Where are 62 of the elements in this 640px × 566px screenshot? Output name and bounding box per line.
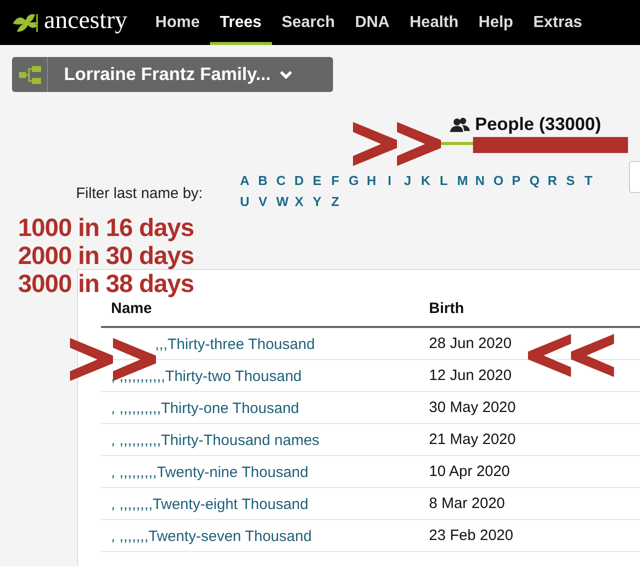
person-link[interactable]: ,,,Thirty-three Thousand [111, 336, 315, 353]
tab-underline [440, 142, 474, 145]
letter-link[interactable]: L [439, 173, 449, 188]
nav-tab[interactable]: Extras [523, 0, 592, 45]
filter-label: Filter last name by: [76, 185, 204, 202]
letter-link[interactable]: U [240, 194, 250, 209]
person-link[interactable]: , ,,,,,,,Twenty-seven Thousand [111, 528, 312, 545]
annotation-text: 3000 in 38 days [18, 270, 194, 298]
letter-link[interactable]: V [258, 194, 268, 209]
tree-selector-button[interactable]: Lorraine Frantz Family... [12, 57, 333, 92]
tree-icon [18, 66, 40, 84]
column-header: Name [110, 300, 153, 316]
letter-link[interactable]: B [258, 173, 268, 188]
letter-link[interactable]: X [294, 194, 304, 209]
birth-date: 28 Jun 2020 [429, 335, 512, 352]
birth-date: 8 Mar 2020 [429, 495, 505, 512]
chevron-down-icon [278, 70, 293, 80]
letter-link[interactable]: E [312, 173, 322, 188]
letter-link[interactable]: O [493, 173, 503, 188]
letter-link[interactable]: R [548, 173, 558, 188]
double-chevron-icon [353, 122, 441, 166]
letter-link[interactable]: A [240, 173, 250, 188]
person-link[interactable]: , ,,,,,,,,,,Thirty-Thousand names [111, 432, 320, 449]
letter-link[interactable]: P [511, 173, 521, 188]
nav-tab[interactable]: Health [400, 0, 469, 45]
birth-date: 23 Feb 2020 [429, 527, 514, 544]
double-chevron-icon [528, 333, 614, 378]
letter-link[interactable]: M [457, 173, 467, 188]
birth-date: 21 May 2020 [429, 431, 516, 448]
letter-link[interactable]: F [330, 173, 340, 188]
annotation-text: 2000 in 30 days [18, 242, 194, 270]
column-header: Birth [429, 300, 464, 316]
people-tab[interactable]: People (33000) [475, 114, 602, 135]
letter-link[interactable]: G [348, 173, 358, 188]
logo-text[interactable]: ancestry [44, 6, 128, 34]
letter-link[interactable]: Z [330, 194, 340, 209]
nav-tab[interactable]: Trees [210, 0, 272, 45]
letter-link[interactable]: J [402, 173, 412, 188]
people-icon [450, 116, 470, 132]
letter-link[interactable]: D [294, 173, 304, 188]
letter-link[interactable]: Q [530, 173, 539, 188]
letter-link[interactable]: C [276, 173, 286, 188]
letter-link[interactable]: H [366, 173, 376, 188]
letter-link[interactable]: N [475, 173, 485, 188]
letter-link[interactable]: S [566, 173, 576, 188]
nav-tab[interactable]: DNA [344, 0, 400, 45]
birth-date: 10 Apr 2020 [429, 463, 510, 480]
letter-link[interactable]: K [420, 173, 430, 188]
letter-link[interactable]: I [384, 173, 394, 188]
nav-tab[interactable]: Home [145, 0, 210, 45]
person-link[interactable]: , ,,,,,,,,,,Thirty-one Thousand [111, 400, 300, 417]
person-link[interactable]: , ,,,,,,,,,Twenty-nine Thousand [111, 464, 308, 481]
birth-date: 30 May 2020 [429, 399, 516, 416]
nav-tab[interactable]: Search [272, 0, 345, 45]
birth-date: 12 Jun 2020 [429, 367, 512, 384]
annotation-text: 1000 in 16 days [18, 214, 194, 242]
nav-tab[interactable]: Help [468, 0, 524, 45]
search-field[interactable] [629, 161, 640, 193]
letter-link[interactable]: Y [312, 194, 322, 209]
person-link[interactable]: , ,,,,,,,,Twenty-eight Thousand [111, 496, 308, 513]
letter-link[interactable]: T [584, 173, 594, 188]
letter-link[interactable]: W [276, 194, 286, 209]
